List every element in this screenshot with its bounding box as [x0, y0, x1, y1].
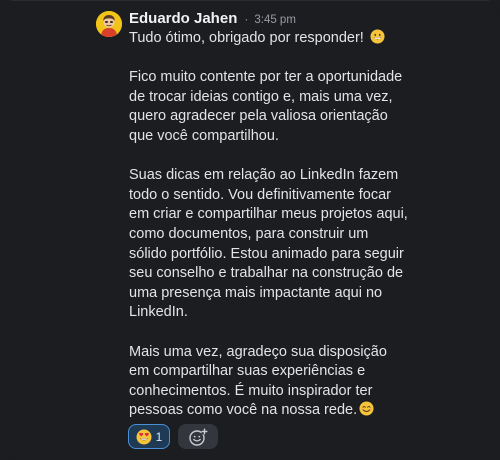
grinning-emoji-icon [370, 29, 385, 44]
message-timestamp: 3:45 pm [254, 14, 296, 26]
message-body: Tudo ótimo, obrigado por responder! Fico… [129, 29, 409, 421]
paragraph-text: Mais uma vez, agradeço sua disposição em… [129, 343, 387, 419]
reaction-count: 1 [155, 429, 163, 444]
header-separator: · [244, 12, 249, 26]
message-paragraph: Fico muito contente por ter a oportunida… [129, 68, 409, 146]
smiling-emoji-icon [359, 401, 374, 416]
reactions-bar: 1 [128, 424, 218, 449]
heart-eyes-emoji-icon [136, 429, 152, 444]
message-header: Eduardo Jahen · 3:45 pm [129, 10, 296, 30]
message-paragraph: Suas dicas em relação ao LinkedIn fazem … [129, 166, 409, 323]
message-paragraph: Tudo ótimo, obrigado por responder! [129, 29, 409, 49]
paragraph-text: Tudo ótimo, obrigado por responder! [129, 30, 364, 46]
author-name[interactable]: Eduardo Jahen [129, 10, 237, 27]
avatar-image [96, 11, 122, 37]
reaction-heart-eyes-button[interactable]: 1 [128, 424, 170, 449]
avatar[interactable] [96, 11, 122, 37]
add-reaction-icon [189, 428, 208, 446]
add-reaction-button[interactable] [178, 424, 218, 449]
chat-message-panel: Eduardo Jahen · 3:45 pm Tudo ótimo, obri… [0, 0, 500, 460]
paragraph-text: Fico muito contente por ter a oportunida… [129, 69, 403, 144]
paragraph-text: Suas dicas em relação ao LinkedIn fazem … [129, 167, 408, 321]
message-paragraph: Mais uma vez, agradeço sua disposição em… [129, 343, 409, 421]
divider [0, 0, 500, 1]
